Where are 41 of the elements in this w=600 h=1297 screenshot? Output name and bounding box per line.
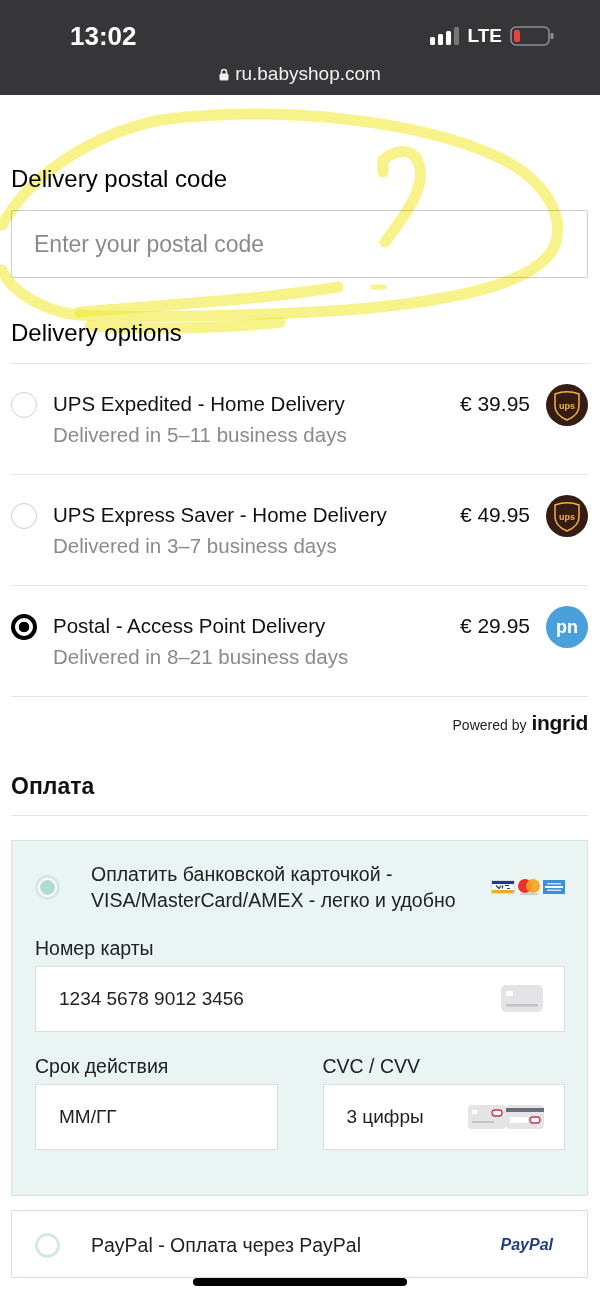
payment-method-label: Оплатить банковской карточкой - VISA/MasterCard/AMEX - легко и удобно bbox=[91, 862, 457, 913]
payment-method-label: PayPal - Оплата через PayPal bbox=[91, 1233, 363, 1258]
signal-icon bbox=[429, 27, 460, 45]
battery-icon bbox=[510, 26, 554, 46]
clock-time: 13:02 bbox=[70, 21, 137, 51]
payment-method-panel[interactable]: PayPal - Оплата через PayPal PayPal bbox=[11, 1210, 588, 1278]
delivery-option-title: UPS Expedited - Home Delivery bbox=[53, 392, 346, 416]
card-back-icon bbox=[468, 1104, 544, 1130]
delivery-time-text: Delivered in 3–7 business days bbox=[53, 534, 338, 558]
paypal-logo: PayPal bbox=[500, 1236, 553, 1254]
delivery-time-text: Delivered in 5–11 business days bbox=[53, 423, 348, 447]
url-text[interactable]: ru.babyshop.com bbox=[235, 63, 381, 85]
carrier-logo: ups bbox=[546, 384, 588, 426]
mastercard-logo-icon bbox=[517, 879, 541, 895]
field-label: Номер карты bbox=[35, 937, 155, 959]
carrier-logo: ups bbox=[546, 495, 588, 537]
carrier-logo: pn bbox=[546, 606, 588, 648]
field-label: Срок действия bbox=[35, 1055, 170, 1077]
delivery-option-title: UPS Express Saver - Home Delivery bbox=[53, 503, 388, 527]
delivery-option-title: Postal - Access Point Delivery bbox=[53, 614, 327, 638]
payment-method-panel[interactable]: Оплатить банковской карточкой - VISA/MasterCard/AMEX - легко и удобно Номер карты 1234 5678 9012 3456 Срок действия ММ/ГГ CVC / CVV 3 цифры bbox=[11, 840, 588, 1196]
powered-by-logo[interactable]: ingrid bbox=[531, 711, 588, 735]
network-type: LTE bbox=[467, 25, 502, 47]
expiry-date-field[interactable]: ММ/ГГ bbox=[35, 1084, 278, 1150]
section-heading: Оплата bbox=[11, 772, 96, 800]
card-number-field[interactable]: 1234 5678 9012 3456 bbox=[35, 966, 565, 1032]
delivery-time-text: Delivered in 8–21 business days bbox=[53, 645, 350, 669]
price-text: € 29.95 bbox=[459, 614, 530, 638]
price-text: € 49.95 bbox=[459, 503, 530, 527]
postal-code-field[interactable]: Enter your postal code bbox=[11, 210, 588, 278]
price-text: € 39.95 bbox=[459, 392, 530, 416]
lock-icon bbox=[219, 67, 230, 81]
field-label: CVC / CVV bbox=[322, 1055, 422, 1077]
section-heading: Delivery options bbox=[11, 319, 183, 347]
postal-code-label: Delivery postal code bbox=[11, 165, 229, 193]
visa-logo-icon bbox=[491, 880, 515, 894]
credit-card-icon bbox=[501, 985, 543, 1012]
radio-button[interactable] bbox=[11, 614, 37, 640]
powered-by-label: Powered by bbox=[452, 716, 527, 735]
amex-logo-icon bbox=[543, 880, 565, 894]
home-indicator[interactable] bbox=[193, 1278, 407, 1286]
